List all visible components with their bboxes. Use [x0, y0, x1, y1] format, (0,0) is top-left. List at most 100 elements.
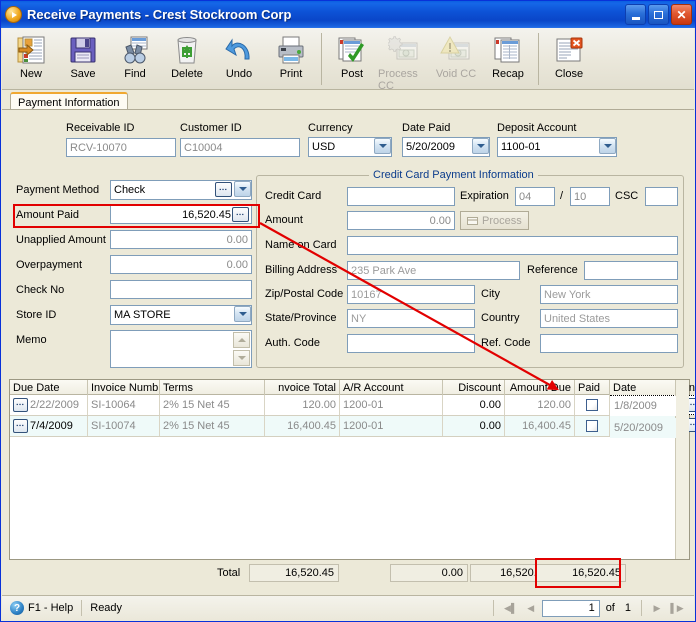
name-on-card-field[interactable]: [347, 236, 678, 255]
page-number-value: 1: [588, 602, 595, 614]
undo-arrow-icon: [223, 34, 255, 66]
toolbar-separator: [321, 33, 322, 85]
chevron-down-icon[interactable]: [234, 306, 251, 322]
last-record-icon[interactable]: ▌▶: [668, 600, 686, 616]
credit-card-group: Credit Card Payment Information Credit C…: [256, 169, 684, 368]
row-selector-cell[interactable]: 7/4/2009: [10, 416, 88, 436]
next-record-icon[interactable]: ▶: [648, 600, 666, 616]
billing-address-label: Billing Address: [265, 264, 338, 276]
customer-id-label: Customer ID: [180, 122, 242, 134]
column-header-terms[interactable]: Terms: [160, 380, 265, 395]
country-field[interactable]: United States: [540, 309, 678, 328]
row-lookup-button[interactable]: [13, 398, 28, 412]
toolbar-print-button[interactable]: Print: [265, 31, 317, 87]
chevron-down-icon[interactable]: [374, 138, 391, 154]
column-header-discount[interactable]: Discount: [443, 380, 505, 395]
store-id-select[interactable]: MA STORE: [110, 305, 252, 325]
toolbar-save-button[interactable]: Save: [57, 31, 109, 87]
first-record-icon[interactable]: ◀▌: [502, 600, 520, 616]
column-header-invoice-total[interactable]: nvoice Total: [265, 380, 340, 395]
csc-label: CSC: [615, 190, 639, 202]
customer-id-field[interactable]: C10004: [180, 138, 300, 157]
minimize-button[interactable]: [625, 4, 646, 25]
credit-card-field[interactable]: [347, 187, 455, 206]
toolbar-label: Recap: [492, 68, 524, 80]
payment-method-lookup-button[interactable]: [215, 182, 232, 197]
zip-postal-code-field[interactable]: 10167: [347, 285, 475, 304]
expiration-year-field[interactable]: 10: [570, 187, 610, 206]
expiration-separator: /: [560, 190, 564, 202]
date-paid-select[interactable]: 5/20/2009: [402, 137, 490, 157]
paid-checkbox[interactable]: [586, 420, 598, 432]
cc-amount-field: 0.00: [347, 211, 455, 230]
previous-record-icon[interactable]: ◀: [522, 600, 540, 616]
column-header-amount-due[interactable]: Amount Due: [505, 380, 575, 395]
unapplied-amount-field: 0.00: [110, 230, 252, 249]
memo-textarea[interactable]: [110, 330, 252, 368]
expiration-month-field[interactable]: 04: [515, 187, 555, 206]
cell-ar-account: 1200-01: [340, 395, 443, 415]
toolbar-delete-button[interactable]: Delete: [161, 31, 213, 87]
memo-scroll-up-icon[interactable]: [233, 332, 250, 348]
store-id-label: Store ID: [16, 309, 57, 321]
status-text: Ready: [90, 602, 123, 614]
printer-icon: [275, 34, 307, 66]
grid-empty-area[interactable]: [10, 437, 689, 558]
close-button[interactable]: ✕: [671, 4, 692, 25]
page-count: 1: [624, 602, 631, 614]
auth-code-field[interactable]: [347, 334, 475, 353]
memo-scroll-down-icon[interactable]: [233, 350, 250, 366]
state-province-field[interactable]: NY: [347, 309, 475, 328]
toolbar-undo-button[interactable]: Undo: [213, 31, 265, 87]
column-header-due-date[interactable]: Due Date: [10, 380, 88, 395]
maximize-button[interactable]: [648, 4, 669, 25]
title-bar[interactable]: Receive Payments - Crest Stockroom Corp …: [1, 1, 695, 28]
chevron-down-icon[interactable]: [472, 138, 489, 154]
page-number-input[interactable]: 1: [541, 599, 600, 617]
amount-paid-field[interactable]: 16,520.45: [110, 205, 252, 224]
grid-header-row: Due Date Invoice Numb Terms nvoice Total…: [10, 380, 695, 395]
row-selector-cell[interactable]: 2/22/2009: [10, 395, 88, 415]
toolbar-label: Void CC: [435, 68, 477, 80]
amount-paid-lookup-button[interactable]: [232, 207, 249, 222]
toolbar-new-button[interactable]: New: [5, 31, 57, 87]
invoice-grid[interactable]: Due Date Invoice Numb Terms nvoice Total…: [9, 379, 695, 560]
toolbar-close-button[interactable]: Close: [543, 31, 595, 87]
cell-discount[interactable]: 0.00: [443, 416, 505, 436]
city-field[interactable]: New York: [540, 285, 678, 304]
deposit-account-select[interactable]: 1100-01: [497, 137, 617, 157]
row-lookup-button[interactable]: [13, 419, 28, 433]
ref-code-field[interactable]: [540, 334, 678, 353]
column-header-paid[interactable]: Paid: [575, 380, 610, 395]
payment-method-select[interactable]: Check: [110, 180, 252, 200]
reference-field[interactable]: [584, 261, 678, 280]
cell-due-date: 2/22/2009: [30, 399, 79, 411]
column-header-date-visible[interactable]: Date: [610, 380, 676, 395]
billing-address-field[interactable]: 235 Park Ave: [347, 261, 520, 280]
expiration-month-value: 04: [519, 190, 532, 203]
cell-discount[interactable]: 0.00: [443, 395, 505, 415]
toolbar-find-button[interactable]: Find: [109, 31, 161, 87]
grid-vertical-scrollbar[interactable]: [675, 380, 689, 559]
cell-paid[interactable]: [575, 416, 610, 436]
cell-paid[interactable]: [575, 395, 610, 415]
total-discount: 0.00: [390, 564, 468, 582]
csc-field[interactable]: [645, 187, 678, 206]
receivable-id-field[interactable]: RCV-10070: [66, 138, 176, 157]
toolbar-post-button[interactable]: Post: [326, 31, 378, 87]
check-no-field[interactable]: [110, 280, 252, 299]
toolbar-label: New: [19, 68, 42, 80]
column-header-invoice-number[interactable]: Invoice Numb: [88, 380, 160, 395]
currency-select[interactable]: USD: [308, 137, 392, 157]
chevron-down-icon[interactable]: [599, 138, 616, 154]
table-row[interactable]: 2/22/2009 SI-10064 2% 15 Net 45 120.00 1…: [10, 395, 695, 416]
toolbar-recap-button[interactable]: Recap: [482, 31, 534, 87]
help-label[interactable]: F1 - Help: [28, 602, 73, 614]
page-of-label: of: [605, 602, 615, 614]
amount-paid-label: Amount Paid: [16, 209, 79, 221]
table-row[interactable]: 7/4/2009 SI-10074 2% 15 Net 45 16,400.45…: [10, 416, 695, 437]
paid-checkbox[interactable]: [586, 399, 598, 411]
column-header-ar-account[interactable]: A/R Account: [340, 380, 443, 395]
chevron-down-icon[interactable]: [234, 181, 251, 197]
help-icon[interactable]: ?: [10, 601, 24, 615]
